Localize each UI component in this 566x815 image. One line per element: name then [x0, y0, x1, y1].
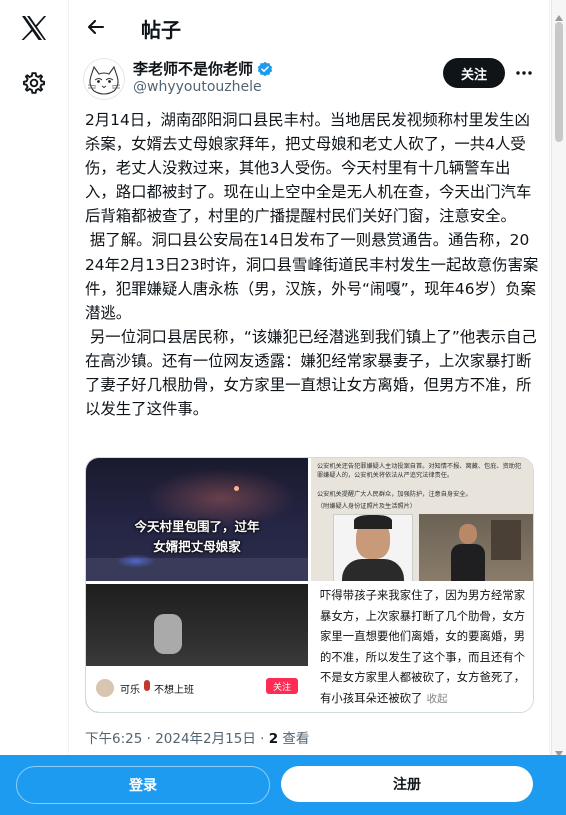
tweet-timestamp: 下午6:25 · 2024年2月15日 · 2 查看	[85, 731, 310, 747]
tweet-text: 2月14日，湖南邵阳洞口县民丰村。当地居民发视频称村里发生凶杀案，女婿去丈母娘家…	[85, 111, 539, 419]
author-row: 李老师不是你老师 @whyyoutouzhele 关注	[83, 58, 535, 100]
video-user-avatar	[96, 679, 114, 697]
left-nav	[0, 0, 69, 815]
police-light	[116, 554, 156, 568]
video-caption-line1: 今天村里包围了，过年	[134, 519, 260, 534]
verified-badge-icon	[257, 61, 273, 77]
media-grid[interactable]: 今天村里包围了，过年 女婿把丈母娘家 公安机关还告犯罪嫌疑人主动投案自首。对知情…	[85, 457, 534, 713]
tweet-time[interactable]: 下午6:25	[85, 731, 142, 747]
video-caption-line2: 女婿把丈母娘家	[153, 539, 241, 554]
notice-line3: （附嫌疑人身份证照片及生活照片）	[317, 503, 416, 510]
collapse-label: 收起	[426, 692, 448, 705]
shoulders-shape	[342, 559, 404, 581]
suspect-id-photo	[333, 514, 413, 581]
page-title: 帖子	[141, 18, 181, 42]
chat-text: 吓得带孩子来我家住了，因为男方经常家暴女方，上次家暴打断了几个肋骨，女方家里一直…	[320, 589, 526, 705]
more-horizontal-icon[interactable]	[513, 62, 535, 84]
views-count: 2	[268, 731, 279, 747]
media-video-frame-2[interactable]: 可乐 不想上班 关注	[86, 584, 308, 712]
scroll-up-arrow-icon[interactable]	[555, 6, 563, 21]
author-name-line: 李老师不是你老师	[133, 58, 273, 79]
media-video-frame-1[interactable]: 今天村里包围了，过年 女婿把丈母娘家	[86, 458, 308, 581]
scroll-down-arrow-icon[interactable]	[555, 742, 563, 757]
media-notice-image[interactable]: 公安机关还告犯罪嫌疑人主动投案自首。对知情不报、窝藏、包庇、资助犯罪嫌疑人的，公…	[311, 458, 533, 581]
body-shape	[451, 544, 485, 581]
media-chat-screenshot[interactable]: 吓得带孩子来我家住了，因为男方经常家暴女方，上次家暴打断了几个肋骨，女方家里一直…	[311, 584, 533, 712]
light-dot	[234, 486, 239, 491]
back-arrow-icon[interactable]	[81, 12, 111, 42]
author-handle[interactable]: @whyyoutouzhele	[133, 79, 262, 95]
drink-icon	[144, 680, 150, 691]
video-user-text: 不想上班	[154, 685, 194, 696]
chat-text-block: 吓得带孩子来我家住了，因为男方经常家暴女方，上次家暴打断了几个肋骨，女方家里一直…	[320, 586, 526, 710]
avatar[interactable]	[83, 58, 125, 100]
author-display-name[interactable]: 李老师不是你老师	[133, 58, 253, 79]
hair-shape	[354, 515, 392, 529]
scrollbar[interactable]	[551, 0, 566, 815]
suspect-life-photo	[419, 514, 533, 581]
vehicle-shape	[154, 614, 182, 654]
face-shape	[459, 524, 477, 544]
scrollbar-thumb[interactable]	[555, 22, 563, 142]
night-scene	[86, 584, 308, 666]
bottom-signup-bar: 登录 注册	[0, 755, 566, 815]
notice-line2: 公安机关提醒广大人民群众，加强防护，注意自身安全。	[317, 491, 472, 498]
tweet-date[interactable]: 2024年2月15日	[155, 731, 256, 747]
login-button[interactable]: 登录	[16, 766, 270, 804]
background-shape	[491, 520, 521, 560]
page-header: 帖子	[69, 0, 549, 54]
x-logo-icon[interactable]	[14, 8, 54, 48]
video-follow-button: 关注	[266, 678, 298, 694]
signup-button[interactable]: 注册	[281, 766, 533, 802]
main-column: 帖子 李老师不是你老师 @whyyoutouzhele 关注 2月14日，湖南邵…	[69, 0, 550, 815]
video-user-name: 可乐	[120, 685, 140, 696]
gear-icon[interactable]	[14, 63, 54, 103]
notice-line1: 公安机关还告犯罪嫌疑人主动投案自首。对知情不报、窝藏、包庇、资助犯罪嫌疑人的，公…	[317, 463, 522, 479]
views-label: 查看	[282, 731, 310, 747]
follow-button[interactable]: 关注	[443, 58, 505, 88]
